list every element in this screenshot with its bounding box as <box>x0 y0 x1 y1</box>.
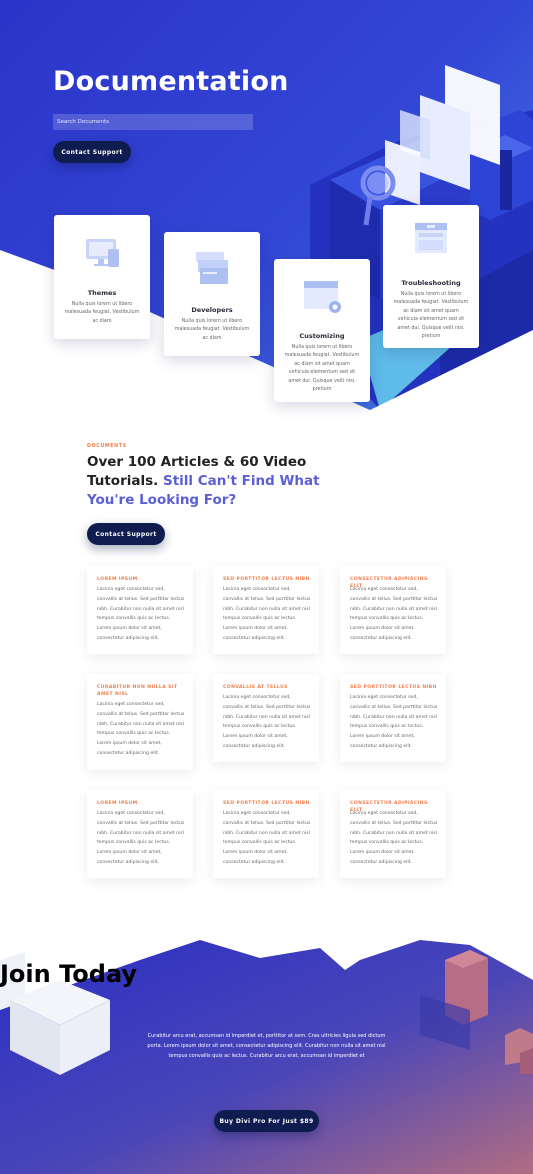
category-text: Nulla quis lorem ut libero malesuada feu… <box>64 302 140 324</box>
monitor-devices-icon <box>86 239 119 267</box>
article-text: Lacinia eget consectetur sed, convallis … <box>97 702 185 756</box>
article-card[interactable]: LOREM IPSUM Lacinia eget consectetur sed… <box>87 790 193 878</box>
category-title: Customizing <box>299 332 345 340</box>
article-title: LOREM IPSUM <box>97 577 138 582</box>
article-title: SED PORTTITOR LECTUS NIBH <box>350 685 437 690</box>
article-text: Lacinia eget consectetur sed, convallis … <box>223 811 311 865</box>
article-text: Lacinia eget consectetur sed, convallis … <box>350 695 438 749</box>
article-card[interactable]: CONSECTETUR ADIPISCING ELIT Lacinia eget… <box>340 790 446 878</box>
search-input[interactable] <box>53 114 253 130</box>
category-text: Nulla quis lorem ut libero malesuada feu… <box>174 319 250 341</box>
article-text: Lacinia eget consectetur sed, convallis … <box>97 811 185 865</box>
window-gear-icon <box>304 281 341 313</box>
article-text: Lacinia eget consectetur sed, convallis … <box>97 587 185 641</box>
category-card-customizing[interactable]: Customizing Nulla quis lorem ut libero m… <box>274 259 370 402</box>
article-text: Lacinia eget consectetur sed, convallis … <box>223 695 311 749</box>
article-title: SED PORTTITOR LECTUS NIBH <box>223 577 310 582</box>
article-card[interactable]: CONSECTETUR ADIPISCING ELIT Lacinia eget… <box>340 566 446 654</box>
article-text: Lacinia eget consectetur sed, convallis … <box>350 811 438 865</box>
join-title: Join Today <box>0 960 533 988</box>
contact-support-button-secondary[interactable]: Contact Support <box>87 523 165 545</box>
category-card-themes[interactable]: Themes Nulla quis lorem ut libero malesu… <box>54 215 150 339</box>
browser-window-icon <box>415 223 447 253</box>
category-card-troubleshooting[interactable]: Troubleshooting Nulla quis lorem ut libe… <box>383 205 479 348</box>
category-text: Nulla quis lorem ut libero malesuada feu… <box>284 345 360 393</box>
buy-divi-button[interactable]: Buy Divi Pro For Just $89 <box>214 1110 319 1132</box>
stacked-windows-icon <box>196 252 228 284</box>
article-card[interactable]: SED PORTTITOR LECTUS NIBH Lacinia eget c… <box>213 790 319 878</box>
article-title: CURABITUR NON NULLA SIT AMET NISL <box>97 685 178 697</box>
article-card[interactable]: SED PORTTITOR LECTUS NIBH Lacinia eget c… <box>213 566 319 654</box>
section-label: DOCUMENTS <box>87 444 127 449</box>
article-title: SED PORTTITOR LECTUS NIBH <box>223 801 310 806</box>
category-title: Troubleshooting <box>401 279 461 287</box>
category-card-developers[interactable]: Developers Nulla quis lorem ut libero ma… <box>164 232 260 356</box>
article-title: LOREM IPSUM <box>97 801 138 806</box>
article-text: Lacinia eget consectetur sed, convallis … <box>350 587 438 641</box>
join-description: Curabitur arcu erat, accumsan id imperdi… <box>147 1033 386 1059</box>
category-title: Developers <box>191 306 233 314</box>
section-headline: Over 100 Articles & 60 Video Tutorials. … <box>87 453 327 510</box>
article-card[interactable]: LOREM IPSUM Lacinia eget consectetur sed… <box>87 566 193 654</box>
article-card[interactable]: SED PORTTITOR LECTUS NIBH Lacinia eget c… <box>340 674 446 762</box>
contact-support-button[interactable]: Contact Support <box>53 141 131 163</box>
article-card[interactable]: CURABITUR NON NULLA SIT AMET NISL Lacini… <box>87 674 193 770</box>
article-text: Lacinia eget consectetur sed, convallis … <box>223 587 311 641</box>
category-title: Themes <box>87 289 117 297</box>
join-title-text: Join Today <box>0 959 138 988</box>
article-title: CONVALLIS AT TELLUS <box>223 685 288 690</box>
article-card[interactable]: CONVALLIS AT TELLUS Lacinia eget consect… <box>213 674 319 762</box>
category-text: Nulla quis lorem ut libero malesuada feu… <box>393 292 469 340</box>
page-title: Documentation <box>53 66 289 97</box>
